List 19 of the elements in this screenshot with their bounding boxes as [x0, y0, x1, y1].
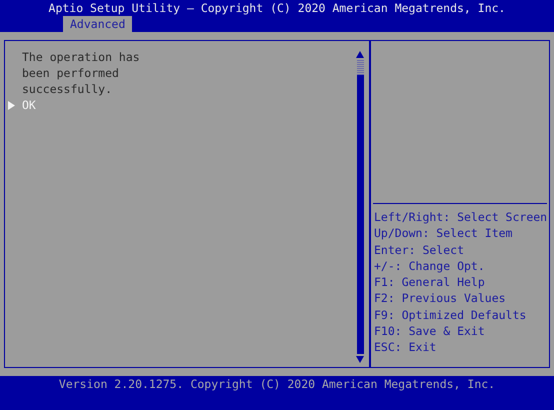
key-help-text: F9: Optimized Defaults — [374, 306, 528, 324]
menu-item[interactable]: OK — [8, 97, 147, 113]
key-help-text: ESC: Exit — [374, 339, 438, 356]
key-help-text: Left/Right: Select Screen — [374, 209, 548, 226]
window-title: Aptio Setup Utility – Copyright (C) 2020 American Megatrends, Inc. — [48, 1, 506, 15]
key-help-text: Enter: Select — [374, 242, 466, 258]
item-label: OK — [22, 97, 36, 113]
scroll-down-icon[interactable] — [356, 356, 364, 363]
version-text: Version 2.20.1275. Copyright (C) 2020 American Megatrends, Inc. — [58, 377, 496, 393]
key-help-text: F10: Save & Exit — [374, 323, 486, 340]
pointer-icon — [8, 100, 15, 110]
tab[interactable]: Advanced — [63, 16, 132, 32]
scroll-up-icon[interactable] — [356, 51, 364, 58]
scrollbar[interactable] — [356, 60, 364, 354]
key-help-text: F1: General Help — [374, 274, 486, 290]
key-help-text: Up/Down: Select Item — [374, 225, 514, 242]
status-message: The operation has been performed successfully. — [22, 49, 141, 97]
key-help-text: +/-: Change Opt. — [374, 258, 486, 274]
key-help-text: F2: Previous Values — [374, 290, 507, 307]
